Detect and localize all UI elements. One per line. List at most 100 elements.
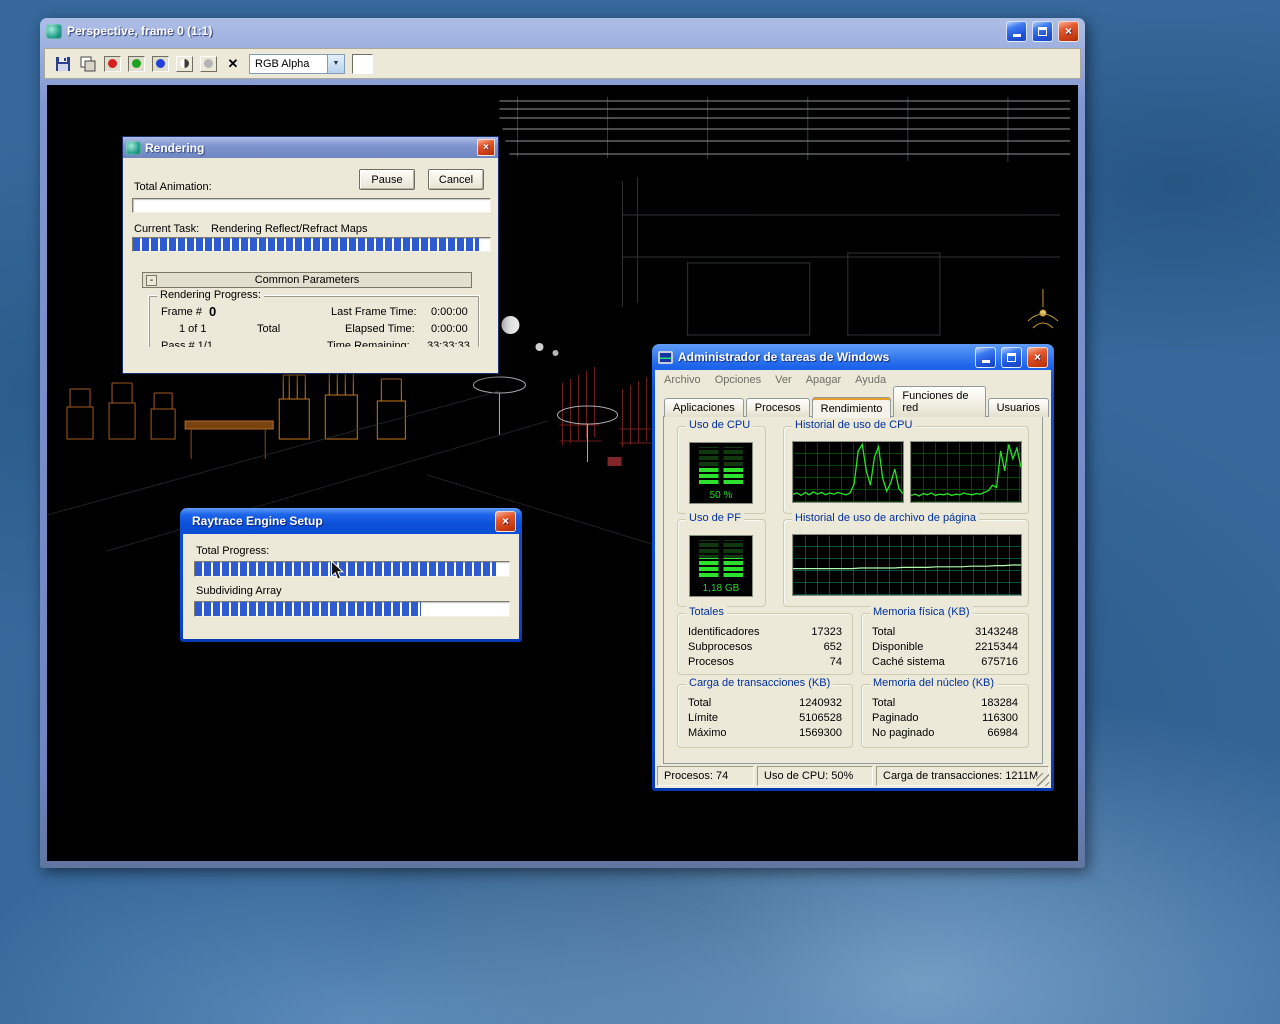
cpu-usage-meter: 50 % <box>689 442 753 504</box>
maximize-button[interactable] <box>1032 20 1053 42</box>
last-frame-time-value: 0:00:00 <box>431 306 468 318</box>
raytrace-dialog-titlebar[interactable]: Raytrace Engine Setup × <box>183 508 519 534</box>
info-row: Paginado 116300 <box>872 712 1018 724</box>
pf-usage-value: 1,18 GB <box>702 583 740 594</box>
common-parameters-header[interactable]: - Common Parameters <box>142 272 472 288</box>
frame-label: Frame # <box>161 306 202 318</box>
info-row: Caché sistema 675716 <box>872 656 1018 668</box>
resize-grip[interactable] <box>1036 773 1049 786</box>
maximize-button[interactable] <box>1001 346 1022 368</box>
total-progress-label: Total Progress: <box>196 545 270 557</box>
alpha-channel-icon <box>204 59 213 68</box>
tab-funciones-de-red[interactable]: Funciones de red <box>893 386 986 417</box>
red-channel-button[interactable] <box>104 55 121 72</box>
info-row: Subprocesos 652 <box>688 641 842 653</box>
monochrome-button[interactable] <box>176 55 193 72</box>
kernel-memory-title: Memoria del núcleo (KB) <box>870 677 998 689</box>
tab-rendimiento[interactable]: Rendimiento <box>811 397 892 418</box>
green-channel-button[interactable] <box>128 55 145 72</box>
info-row: Total 1240932 <box>688 697 842 709</box>
pause-button[interactable]: Pause <box>359 169 415 190</box>
cpu-history-graph-1 <box>792 441 904 503</box>
current-task-label: Current Task: <box>134 223 200 235</box>
clone-window-button[interactable] <box>79 55 97 72</box>
rendimiento-panel: Uso de CPU 50 % Historial de uso de CPU <box>663 416 1043 764</box>
commit-charge-title: Carga de transacciones (KB) <box>686 677 834 689</box>
floppy-icon <box>56 56 70 71</box>
menu-ver[interactable]: Ver <box>768 371 799 389</box>
clear-button[interactable]: ✕ <box>224 56 242 72</box>
task-manager-titlebar[interactable]: Administrador de tareas de Windows × <box>655 344 1051 370</box>
rendering-dialog: Rendering × Total Animation: Pause Cance… <box>122 136 499 374</box>
status-cpu-usage: Uso de CPU: 50% <box>757 766 873 786</box>
tab-usuarios[interactable]: Usuarios <box>987 398 1049 417</box>
cancel-button[interactable]: Cancel <box>428 169 484 190</box>
cpu-usage-title: Uso de CPU <box>686 419 754 431</box>
collapse-icon[interactable]: - <box>146 275 157 286</box>
close-button[interactable]: × <box>477 139 495 156</box>
menu-ayuda[interactable]: Ayuda <box>848 371 893 389</box>
pf-usage-title: Uso de PF <box>686 512 744 524</box>
info-row: Identificadores 17323 <box>688 626 842 638</box>
menu-apagar[interactable]: Apagar <box>799 371 848 389</box>
pf-usage-group: Uso de PF 1,18 GB <box>677 512 766 607</box>
info-row: No paginado 66984 <box>872 727 1018 739</box>
pf-history-group: Historial de uso de archivo de página <box>783 512 1029 607</box>
current-task-value: Rendering Reflect/Refract Maps <box>211 223 368 235</box>
common-parameters-rollout: - Common Parameters Rendering Progress: … <box>132 269 491 347</box>
channel-dropdown-value: RGB Alpha <box>255 57 310 70</box>
cpu-usage-value: 50 % <box>709 490 733 501</box>
elapsed-time-label: Elapsed Time: <box>345 323 415 335</box>
tab-procesos[interactable]: Procesos <box>745 398 810 417</box>
rendering-progress-title: Rendering Progress: <box>157 289 264 301</box>
cpu-history-graph-2 <box>910 441 1022 503</box>
background-color-swatch[interactable] <box>352 53 373 74</box>
save-bitmap-button[interactable] <box>54 55 72 72</box>
minimize-button[interactable] <box>1006 20 1027 42</box>
info-row: Máximo 1569300 <box>688 727 842 739</box>
red-channel-icon <box>108 59 117 68</box>
info-row: Límite 5106528 <box>688 712 842 724</box>
physical-memory-group: Memoria física (KB) Total 3143248 Disponi… <box>861 606 1029 675</box>
close-icon: × <box>501 514 509 528</box>
tab-aplicaciones[interactable]: Aplicaciones <box>664 398 744 417</box>
alpha-channel-button[interactable] <box>200 55 217 72</box>
blue-channel-button[interactable] <box>152 55 169 72</box>
pass-label: Pass # 1/1 <box>161 340 213 347</box>
close-icon: × <box>483 141 489 153</box>
time-remaining-value: 33:33:33 <box>427 340 470 347</box>
max-app-icon <box>46 23 62 39</box>
total-label: Total <box>257 323 281 335</box>
task-progressbar <box>132 237 491 252</box>
pf-usage-meter: 1,18 GB <box>689 535 753 597</box>
rendering-dialog-titlebar[interactable]: Rendering × <box>123 137 498 158</box>
menu-opciones[interactable]: Opciones <box>708 371 768 389</box>
clone-icon <box>80 56 96 71</box>
menu-archivo[interactable]: Archivo <box>657 371 708 389</box>
info-row: Procesos 74 <box>688 656 842 668</box>
time-remaining-label: Time Remaining: <box>327 340 410 347</box>
total-animation-label: Total Animation: <box>134 181 212 193</box>
pf-history-title: Historial de uso de archivo de página <box>792 512 980 524</box>
tab-strip: Aplicaciones Procesos Rendimiento Funcio… <box>664 386 1051 418</box>
cpu-history-title: Historial de uso de CPU <box>792 419 916 431</box>
subdividing-progressbar <box>194 601 510 617</box>
render-window-title: Perspective, frame 0 (1:1) <box>67 24 213 38</box>
render-window-titlebar[interactable]: Perspective, frame 0 (1:1) × <box>43 18 1082 44</box>
status-commit-charge: Carga de transacciones: 1211M <box>876 766 1049 786</box>
total-animation-progressbar <box>132 198 491 213</box>
rendering-dialog-title: Rendering <box>145 140 205 155</box>
minimize-button[interactable] <box>975 346 996 368</box>
cpu-history-group: Historial de uso de CPU <box>783 419 1029 514</box>
frame-value: 0 <box>209 304 217 319</box>
monochrome-icon <box>180 59 189 68</box>
close-button[interactable]: × <box>1027 346 1048 368</box>
close-button[interactable]: × <box>1058 20 1079 42</box>
blue-channel-icon <box>156 59 165 68</box>
frame-count: 1 of 1 <box>179 323 207 335</box>
totals-group: Totales Identificadores 17323 Subprocesos… <box>677 606 853 675</box>
close-button[interactable]: × <box>495 510 516 532</box>
mouse-cursor <box>331 560 344 580</box>
task-manager-window: Administrador de tareas de Windows × Arc… <box>652 344 1054 791</box>
channel-dropdown[interactable]: RGB Alpha ▼ <box>249 53 345 74</box>
